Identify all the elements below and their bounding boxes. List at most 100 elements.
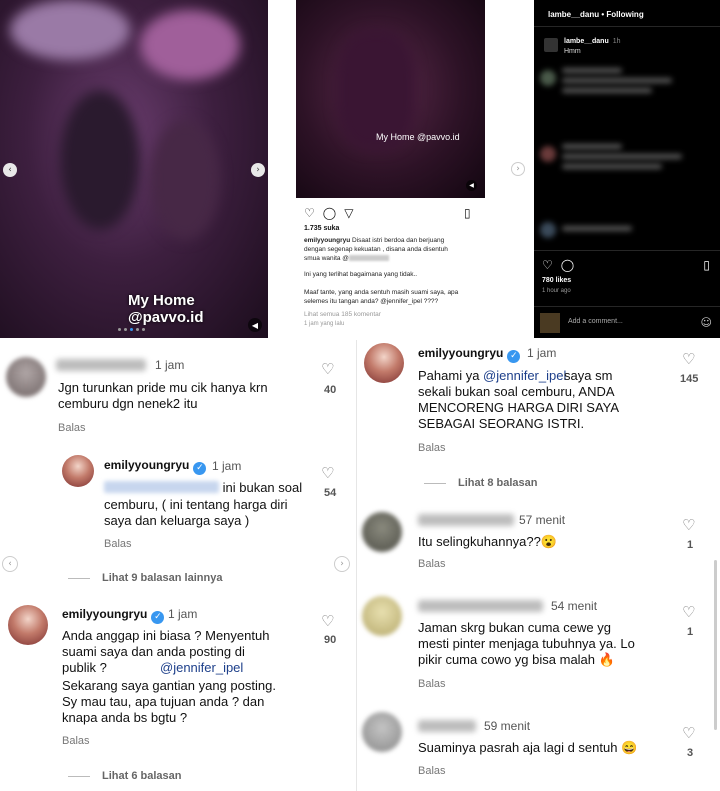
like-count: 780 likes: [542, 277, 572, 284]
next-arrow-icon[interactable]: ›: [334, 556, 350, 572]
video-caption: My Home @pavvo.id: [128, 292, 204, 326]
comment-time: 1 jam: [212, 459, 242, 473]
avatar[interactable]: [362, 712, 402, 752]
comment-text: Suaminya pasrah aja lagi d sentuh 😄: [418, 740, 638, 755]
like-count: 145: [680, 373, 699, 385]
reply-button[interactable]: Balas: [418, 558, 446, 570]
heart-icon[interactable]: ♡: [682, 603, 695, 621]
light-blob: [140, 10, 240, 80]
reply-button[interactable]: Balas: [62, 735, 90, 747]
blurred-mention: [348, 255, 389, 262]
blurred-username: [418, 720, 476, 732]
emoji-icon[interactable]: ☺: [701, 316, 712, 329]
view-replies-link[interactable]: Lihat 9 balasan lainnya: [68, 572, 222, 584]
caption-text: Disaat istri berdoa dan berjuang: [352, 237, 445, 244]
reply-button[interactable]: Balas: [418, 765, 446, 777]
reply-button[interactable]: Balas: [418, 678, 446, 690]
mute-icon[interactable]: ◀: [466, 180, 477, 191]
verified-badge-icon: ✓: [507, 350, 521, 363]
caption-line: selemes itu tangan anda? @jennifer_ipel …: [304, 298, 439, 305]
heart-icon[interactable]: ♡: [682, 724, 695, 742]
reply-button[interactable]: Balas: [104, 538, 132, 550]
avatar[interactable]: [6, 357, 46, 397]
caption-line: Maaf tante, yang anda sentuh masih suami…: [304, 289, 459, 296]
post-header[interactable]: lambe__danu • Following: [548, 10, 644, 19]
comment-icon[interactable]: ◯: [561, 258, 574, 272]
avatar[interactable]: [364, 343, 404, 383]
avatar[interactable]: [362, 596, 402, 636]
verified-badge-icon: ✓: [193, 462, 207, 475]
avatar[interactable]: [8, 605, 48, 645]
comment-text: Jgn turunkan pride mu cik hanya krn cemb…: [58, 380, 268, 411]
like-count: 1.735 suka: [304, 225, 340, 232]
comment-text: saya sm sekali bukan soal cemburu, ANDA …: [418, 368, 620, 431]
comment-time: 59 menit: [484, 719, 531, 733]
caption-line: emilyyoungryu Disaat istri berdoa dan be…: [304, 236, 482, 245]
caption-username[interactable]: emilyyoungryu: [304, 237, 350, 244]
heart-icon[interactable]: ♡: [321, 464, 334, 482]
divider: [356, 340, 357, 791]
video-caption: My Home @pavvo.id: [376, 132, 460, 142]
comment-username[interactable]: emilyyoungryu ✓: [62, 607, 165, 624]
like-count: 1: [687, 539, 694, 551]
blurred-username: [418, 514, 514, 526]
video-post-2[interactable]: My Home @pavvo.id ◀: [296, 0, 485, 198]
comment-time: 1 jam: [155, 358, 185, 372]
avatar[interactable]: [544, 38, 558, 52]
reply-button[interactable]: Balas: [58, 422, 86, 434]
add-comment-input[interactable]: Add a comment...: [568, 318, 623, 325]
instagram-post-2: My Home @pavvo.id ◀ ♡ ◯ ▽ ▯ 1.735 suka e…: [282, 0, 500, 338]
caption-line: smua wanita @: [304, 254, 482, 263]
like-count: 40: [324, 384, 337, 396]
blurred-username: [56, 359, 146, 371]
view-replies-link[interactable]: Lihat 6 balasan: [68, 770, 181, 782]
bookmark-icon[interactable]: ▯: [703, 258, 710, 272]
instagram-post-3: lambe__danu • Following lambe__danu 1h Hm…: [534, 0, 720, 338]
comment-username[interactable]: emilyyoungryu ✓: [104, 458, 207, 475]
heart-icon[interactable]: ♡: [682, 350, 695, 368]
reply-button[interactable]: Balas: [418, 442, 446, 454]
light-blob: [10, 0, 130, 60]
heart-icon[interactable]: ♡: [682, 516, 695, 534]
blurred-comment: [540, 220, 690, 244]
prev-arrow-icon[interactable]: ‹: [2, 556, 18, 572]
view-replies-link[interactable]: Lihat 8 balasan: [424, 477, 537, 489]
caption-line: dengan segenap kekuatan , disana anda di…: [304, 246, 448, 253]
comment-mention[interactable]: @jennifer_ipel: [160, 660, 243, 676]
heart-icon[interactable]: ♡: [321, 360, 334, 378]
heart-icon[interactable]: ♡: [304, 206, 315, 220]
mute-icon[interactable]: ◀: [248, 318, 262, 332]
like-count: 54: [324, 487, 337, 499]
comment-time: 54 menit: [551, 599, 598, 613]
view-comments-link[interactable]: Lihat semua 185 komentar: [304, 310, 482, 319]
comment-icon[interactable]: ◯: [323, 206, 336, 220]
like-count: 90: [324, 634, 337, 646]
blurred-comment: [540, 64, 690, 102]
post-time: 1 hour ago: [542, 288, 571, 294]
avatar[interactable]: [362, 512, 402, 552]
comment-time: 1 jam: [168, 607, 198, 621]
blurred-mention: [104, 481, 219, 493]
next-arrow-icon[interactable]: ›: [251, 163, 265, 177]
scrollbar[interactable]: [714, 560, 717, 730]
add-comment-row: Add a comment... ☺: [534, 306, 720, 338]
divider: [534, 26, 720, 27]
heart-icon[interactable]: ♡: [321, 612, 334, 630]
video-post-1[interactable]: My Home @pavvo.id ‹ › ◀: [0, 0, 268, 338]
verified-badge-icon: ✓: [151, 611, 165, 624]
post-actions: ♡ ◯ ▽: [304, 206, 353, 220]
post-actions: ♡ ◯: [542, 258, 574, 272]
avatar[interactable]: [62, 455, 94, 487]
next-arrow-icon[interactable]: ›: [511, 162, 525, 176]
heart-icon[interactable]: ♡: [542, 258, 553, 272]
send-icon[interactable]: ▽: [344, 206, 353, 220]
comment-text: Sekarang saya gantian yang posting. Sy m…: [62, 678, 276, 725]
prev-arrow-icon[interactable]: ‹: [3, 163, 17, 177]
comment-time: 1 jam: [527, 346, 557, 360]
post-username[interactable]: lambe__danu 1h: [564, 38, 621, 45]
divider: [534, 250, 720, 251]
post-caption: Hmm: [564, 48, 581, 55]
comment-username[interactable]: emilyyoungryu ✓: [418, 346, 521, 363]
bookmark-icon[interactable]: ▯: [464, 206, 471, 220]
caption-line: Ini yang terlihat bagaimana yang tidak..: [304, 271, 418, 278]
